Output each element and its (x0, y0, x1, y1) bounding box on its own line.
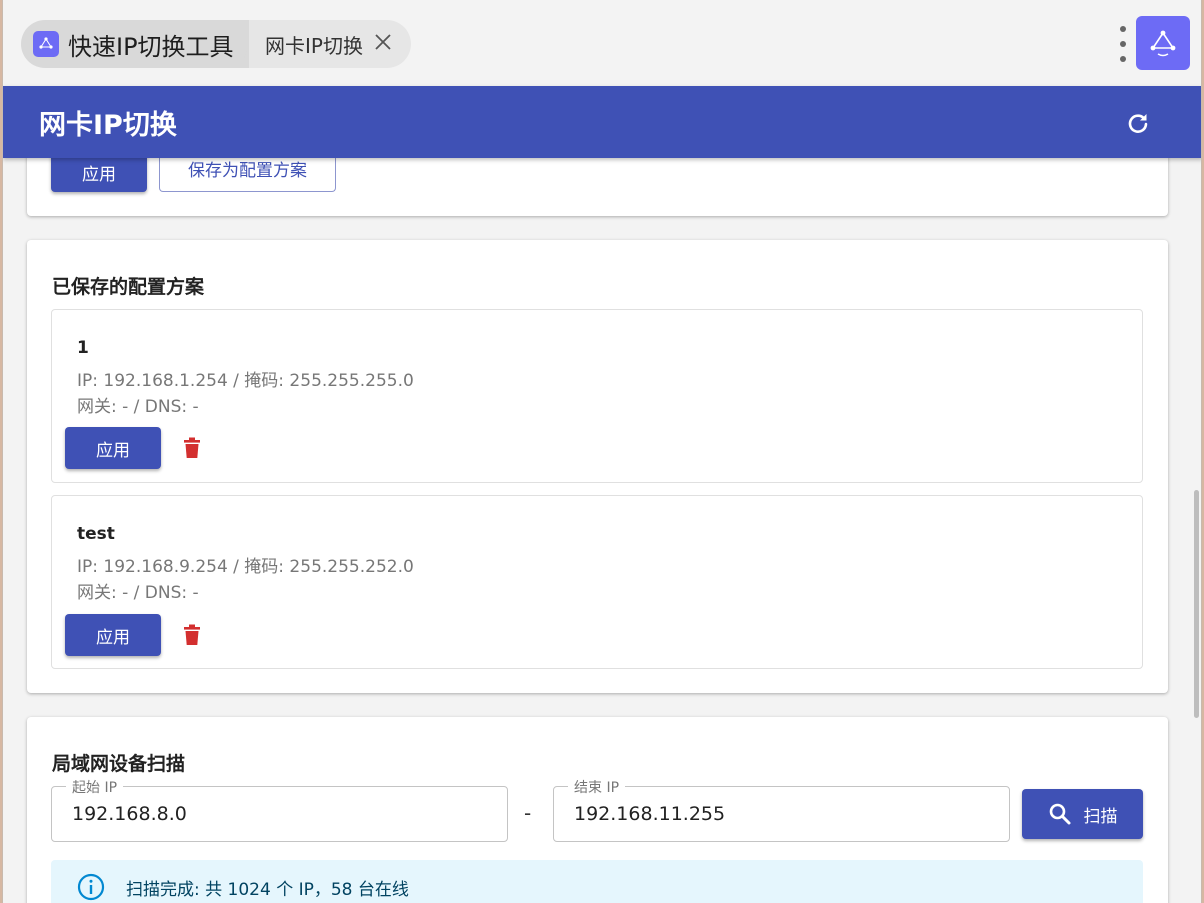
end-ip-label: 结束 IP (568, 777, 626, 797)
profile-apply-button[interactable]: 应用 (65, 427, 161, 469)
app-window: 快速IP切换工具 网卡IP切换 网卡IP切换 应用 保存为配置方案 已保存的配置… (2, 0, 1202, 903)
scan-button-label: 扫描 (1083, 806, 1118, 827)
more-menu-icon[interactable] (1115, 26, 1131, 62)
refresh-icon[interactable] (1123, 108, 1153, 138)
range-separator: - (524, 801, 532, 825)
tab-app-home[interactable]: 快速IP切换工具 (21, 20, 261, 68)
page-title: 网卡IP切换 (39, 109, 177, 141)
scrollbar[interactable] (1194, 490, 1199, 718)
config-card: 应用 保存为配置方案 (27, 158, 1168, 216)
lan-scan-title: 局域网设备扫描 (52, 753, 186, 775)
scan-result-text: 扫描完成: 共 1024 个 IP，58 台在线 (126, 880, 409, 900)
title-bar: 快速IP切换工具 网卡IP切换 (3, 0, 1201, 86)
trash-icon[interactable] (182, 437, 202, 459)
lan-scan-card: 局域网设备扫描 起始 IP 192.168.8.0 - 结束 IP 192.16… (27, 717, 1168, 903)
content-scroll-area[interactable]: 应用 保存为配置方案 已保存的配置方案 1 IP: 192.168.1.254 … (3, 158, 1201, 903)
apply-button[interactable]: 应用 (51, 158, 147, 192)
tab-page-label: 网卡IP切换 (265, 33, 363, 58)
tab-app-label: 快速IP切换工具 (68, 32, 234, 61)
scan-result-alert: 扫描完成: 共 1024 个 IP，58 台在线 (51, 860, 1143, 903)
profile-name: 1 (77, 338, 89, 358)
start-ip-field[interactable]: 起始 IP 192.168.8.0 (51, 777, 508, 842)
start-ip-input[interactable]: 192.168.8.0 (72, 803, 187, 825)
network-triangle-icon[interactable] (1136, 16, 1190, 70)
tab-nic-ip-switch[interactable]: 网卡IP切换 (249, 20, 411, 68)
app-bar: 网卡IP切换 (3, 86, 1201, 158)
scan-button[interactable]: 扫描 (1022, 789, 1143, 839)
trash-icon[interactable] (182, 624, 202, 646)
search-icon (1049, 803, 1070, 825)
profile-item: test IP: 192.168.9.254 / 掩码: 255.255.252… (51, 495, 1143, 669)
profile-gateway-dns: 网关: - / DNS: - (77, 397, 199, 417)
save-profile-button[interactable]: 保存为配置方案 (159, 158, 336, 192)
saved-profiles-card: 已保存的配置方案 1 IP: 192.168.1.254 / 掩码: 255.2… (27, 240, 1168, 693)
profile-gateway-dns: 网关: - / DNS: - (77, 583, 199, 603)
info-icon (77, 873, 105, 901)
start-ip-label: 起始 IP (66, 777, 124, 797)
profile-apply-button[interactable]: 应用 (65, 614, 161, 656)
app-logo-icon (33, 31, 59, 57)
profile-ip-mask: IP: 192.168.1.254 / 掩码: 255.255.255.0 (77, 371, 414, 391)
end-ip-input[interactable]: 192.168.11.255 (574, 803, 725, 825)
saved-profiles-title: 已保存的配置方案 (52, 276, 205, 298)
profile-item: 1 IP: 192.168.1.254 / 掩码: 255.255.255.0 … (51, 309, 1143, 483)
profile-ip-mask: IP: 192.168.9.254 / 掩码: 255.255.252.0 (77, 557, 414, 577)
profile-name: test (77, 524, 115, 544)
close-icon[interactable] (373, 32, 393, 56)
end-ip-field[interactable]: 结束 IP 192.168.11.255 (553, 777, 1010, 842)
